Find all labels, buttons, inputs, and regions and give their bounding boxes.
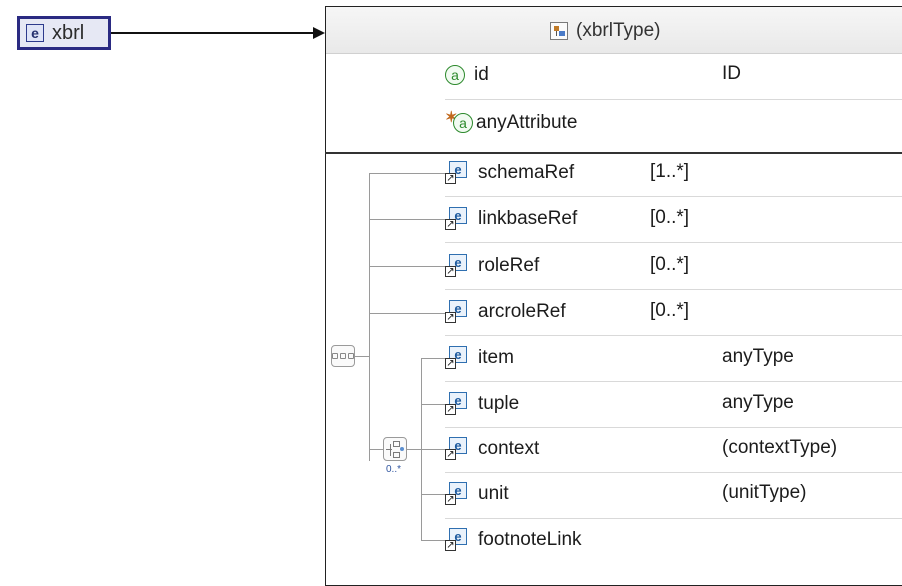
element-name: unit xyxy=(478,483,509,504)
element-row-footnotelink[interactable]: e ↗ footnoteLink xyxy=(445,525,582,555)
attributes-content-separator xyxy=(325,152,902,154)
branch-line xyxy=(369,173,445,174)
branch-line xyxy=(421,540,445,541)
row-divider xyxy=(445,99,902,100)
element-row-roleref[interactable]: e ↗ roleRef xyxy=(445,251,539,281)
choice-compositor-icon[interactable] xyxy=(383,437,407,461)
complex-type-icon xyxy=(550,22,568,40)
row-divider xyxy=(445,427,902,428)
row-divider xyxy=(445,335,902,336)
element-name: context xyxy=(478,438,540,459)
row-divider xyxy=(445,381,902,382)
choice-occurrence: 0..* xyxy=(386,464,402,475)
attribute-type: ID xyxy=(722,63,741,84)
element-name: schemaRef xyxy=(478,162,575,183)
branch-line xyxy=(355,356,369,357)
branch-line xyxy=(407,449,421,450)
element-row-item[interactable]: e ↗ item xyxy=(445,343,514,373)
row-divider xyxy=(445,518,902,519)
root-element-label: xbrl xyxy=(52,21,85,44)
occurrence-label: [0..*] xyxy=(650,207,690,228)
element-row-unit[interactable]: e ↗ unit xyxy=(445,479,509,509)
branch-line xyxy=(421,404,445,405)
branch-line xyxy=(421,494,445,495)
type-header[interactable]: (xbrlType) xyxy=(326,7,902,54)
sequence-tree-line xyxy=(369,173,370,461)
element-type: anyType xyxy=(722,346,794,367)
element-reference-icon: e ↗ xyxy=(445,300,469,324)
branch-line xyxy=(369,313,445,314)
row-divider xyxy=(445,242,902,243)
element-row-tuple[interactable]: e ↗ tuple xyxy=(445,389,519,419)
any-attribute-icon: ✶ a xyxy=(445,109,475,135)
element-reference-icon: e ↗ xyxy=(445,392,469,416)
element-name: roleRef xyxy=(478,255,540,276)
connector-line xyxy=(111,32,315,34)
element-name: tuple xyxy=(478,393,520,414)
occurrence-label: [1..*] xyxy=(650,161,690,182)
row-divider xyxy=(445,472,902,473)
element-reference-icon: e ↗ xyxy=(445,207,469,231)
sequence-compositor-icon[interactable] xyxy=(331,345,355,367)
element-name: linkbaseRef xyxy=(478,208,578,229)
type-title: (xbrlType) xyxy=(576,20,661,41)
element-reference-icon: e ↗ xyxy=(445,346,469,370)
element-reference-icon: e ↗ xyxy=(445,161,469,185)
occurrence-label: [0..*] xyxy=(650,300,690,321)
element-icon: e xyxy=(26,24,44,42)
element-type: anyType xyxy=(722,392,794,413)
root-element-xbrl[interactable]: e xbrl xyxy=(17,16,111,50)
element-reference-icon: e ↗ xyxy=(445,528,469,552)
complex-type-box: (xbrlType) xyxy=(325,6,902,586)
row-divider xyxy=(445,196,902,197)
element-name: footnoteLink xyxy=(478,529,582,550)
element-reference-icon: e ↗ xyxy=(445,254,469,278)
element-type: (unitType) xyxy=(722,482,807,503)
branch-line xyxy=(369,266,445,267)
branch-line xyxy=(421,358,445,359)
connector-arrow xyxy=(313,27,325,39)
branch-line xyxy=(369,449,383,450)
branch-line xyxy=(421,449,445,450)
element-row-linkbaseref[interactable]: e ↗ linkbaseRef xyxy=(445,204,577,234)
element-type: (contextType) xyxy=(722,437,838,458)
element-reference-icon: e ↗ xyxy=(445,437,469,461)
attribute-name: id xyxy=(474,64,489,85)
element-name: item xyxy=(478,347,514,368)
element-reference-icon: e ↗ xyxy=(445,482,469,506)
element-name: arcroleRef xyxy=(478,301,566,322)
attribute-row-anyattribute[interactable]: ✶ a anyAttribute xyxy=(445,108,577,138)
element-row-context[interactable]: e ↗ context xyxy=(445,434,539,464)
element-row-schemaref[interactable]: e ↗ schemaRef xyxy=(445,158,574,188)
row-divider xyxy=(445,289,902,290)
element-row-arcroleref[interactable]: e ↗ arcroleRef xyxy=(445,297,566,327)
attribute-row-id[interactable]: a id xyxy=(445,60,489,90)
attribute-icon: a xyxy=(445,65,465,85)
occurrence-label: [0..*] xyxy=(650,254,690,275)
attribute-name: anyAttribute xyxy=(476,112,578,133)
branch-line xyxy=(369,219,445,220)
